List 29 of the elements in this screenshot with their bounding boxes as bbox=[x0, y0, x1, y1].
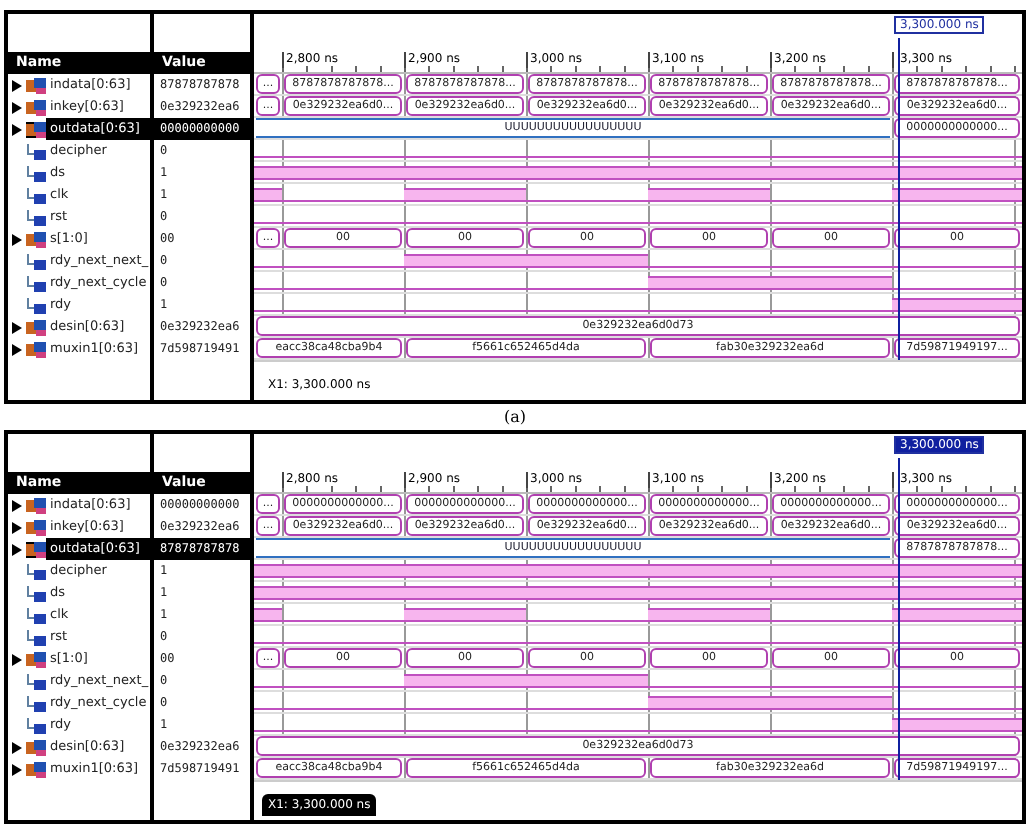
bus-signal-icon bbox=[26, 319, 46, 335]
bit-signal-icon bbox=[26, 209, 46, 225]
expand-caret-icon[interactable] bbox=[12, 653, 22, 665]
bit-signal-icon bbox=[26, 695, 46, 711]
bus-signal-icon bbox=[26, 99, 46, 115]
bit-signal-icon bbox=[26, 607, 46, 623]
bus-signal-icon bbox=[26, 497, 46, 513]
bus-signal-icon bbox=[26, 341, 46, 357]
bus-signal-icon bbox=[26, 739, 46, 755]
bit-signal-icon bbox=[26, 563, 46, 579]
bus-signal-icon bbox=[26, 651, 46, 667]
bus-signal-icon bbox=[26, 231, 46, 247]
bit-signal-icon bbox=[26, 253, 46, 269]
bit-signal-icon bbox=[26, 297, 46, 313]
bit-signal-icon bbox=[26, 275, 46, 291]
bit-signal-icon bbox=[26, 187, 46, 203]
bus-signal-icon bbox=[26, 761, 46, 777]
bit-signal-icon bbox=[26, 165, 46, 181]
bus-signal-icon bbox=[26, 121, 46, 137]
bus-signal-icon bbox=[26, 541, 46, 557]
figure-caption: (a) bbox=[501, 406, 528, 430]
bit-signal-icon bbox=[26, 585, 46, 601]
bit-signal-icon bbox=[26, 717, 46, 733]
bus-signal-icon bbox=[26, 519, 46, 535]
expand-caret-icon[interactable] bbox=[12, 233, 22, 245]
bus-signal-icon bbox=[26, 77, 46, 93]
bit-signal-icon bbox=[26, 629, 46, 645]
bit-signal-icon bbox=[26, 673, 46, 689]
bit-signal-icon bbox=[26, 143, 46, 159]
